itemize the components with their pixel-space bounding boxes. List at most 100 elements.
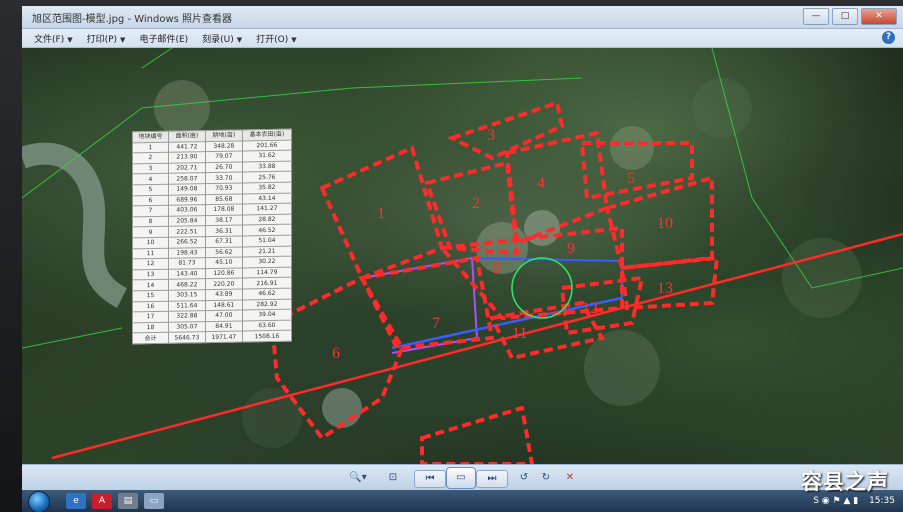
tray-icons[interactable]: S ◉ ⚑ ▲ ▮ <box>813 496 858 506</box>
table-cell: 322.88 <box>168 310 206 322</box>
menu-burn-label: 刻录(U) <box>202 34 234 45</box>
table-cell: 85.68 <box>205 193 243 205</box>
table-cell: 305.07 <box>168 321 206 333</box>
menu-email-label: 电子邮件(E) <box>139 34 189 45</box>
table-cell: 178.08 <box>205 204 243 216</box>
table-cell: 222.51 <box>168 225 206 238</box>
menu-open[interactable]: 打开(O) ▼ <box>256 32 297 45</box>
zone-label-10: 10 <box>657 215 673 232</box>
table-cell: 441.72 <box>168 141 206 153</box>
table-cell: 26.70 <box>205 161 243 173</box>
taskbar-app-explorer[interactable]: ▤ <box>118 493 138 509</box>
table-cell: 143.40 <box>168 268 206 280</box>
table-cell: 468.22 <box>168 278 206 291</box>
table-cell: 266.52 <box>168 236 206 248</box>
zone-label-2: 2 <box>472 195 480 212</box>
table-cell: 5646.73 <box>168 331 206 344</box>
zone-label-3: 3 <box>487 127 495 144</box>
slideshow-button[interactable]: ▭ <box>446 467 476 489</box>
table-cell: 205.84 <box>168 215 206 227</box>
zone-label-9: 9 <box>567 240 575 257</box>
menu-print-label: 打印(P) <box>86 34 118 45</box>
table-cell: 9 <box>132 226 169 238</box>
table-cell: 403.06 <box>168 204 206 217</box>
table-cell: 4 <box>132 173 169 185</box>
menu-file-label: 文件(F) <box>34 34 65 45</box>
table-cell: 213.90 <box>168 151 206 164</box>
chevron-down-icon: ▼ <box>291 35 297 44</box>
rotate-ccw-button[interactable]: ↺ <box>516 470 532 486</box>
table-cell: 70.93 <box>205 182 243 195</box>
image-viewport[interactable]: 1 2 3 4 5 6 7 8 9 10 11 12 13 地块编号 面积(亩) 耕… <box>22 48 903 464</box>
help-icon[interactable]: ? <box>882 31 895 44</box>
close-button[interactable]: ✕ <box>861 8 897 25</box>
table-cell: 11 <box>132 247 169 260</box>
table-cell: 14 <box>132 279 169 291</box>
table-cell: 36.31 <box>205 225 243 237</box>
delete-button[interactable]: ✕ <box>562 470 578 486</box>
zone-label-1: 1 <box>377 205 385 222</box>
table-cell: 258.07 <box>168 172 206 185</box>
table-cell: 38.17 <box>205 214 243 226</box>
zone-label-4: 4 <box>537 175 545 192</box>
table-cell: 689.96 <box>168 194 206 206</box>
menu-email[interactable]: 电子邮件(E) <box>139 32 188 45</box>
table-cell: 合计 <box>132 332 169 344</box>
zoom-button[interactable]: 🔍▾ <box>344 470 372 486</box>
menu-burn[interactable]: 刻录(U) ▼ <box>202 32 242 45</box>
table-cell: 3 <box>132 163 169 175</box>
table-header-cell: 基本农田(亩) <box>242 129 292 141</box>
table-cell: 202.71 <box>168 162 206 174</box>
table-cell: 17 <box>132 311 169 323</box>
previous-button[interactable]: ⏮ <box>414 470 446 488</box>
next-button[interactable]: ⏭ <box>476 470 508 488</box>
table-cell: 5 <box>132 184 169 196</box>
table-cell: 12 <box>132 258 169 270</box>
table-cell: 56.62 <box>205 246 243 258</box>
maximize-button[interactable]: □ <box>832 8 858 25</box>
table-cell: 1 <box>132 141 169 154</box>
start-orb-icon[interactable] <box>28 491 50 512</box>
zone-label-13: 13 <box>657 280 673 297</box>
title-bar: 旭区范围图-模型.jpg - Windows 照片查看器 — □ ✕ <box>22 6 903 29</box>
taskbar-app-acrobat[interactable]: A <box>92 493 112 509</box>
viewer-toolbar: 🔍▾ ⊡ ⏮ ▭ ⏭ ↺ ↻ ✕ <box>22 464 903 491</box>
actual-size-button[interactable]: ⊡ <box>384 470 402 486</box>
table-header-cell: 地块编号 <box>132 131 169 143</box>
table-cell: 15 <box>132 290 169 302</box>
menu-file[interactable]: 文件(F) ▼ <box>34 32 73 45</box>
screen: 旭区范围图-模型.jpg - Windows 照片查看器 — □ ✕ 文件(F)… <box>22 6 903 512</box>
watermark-text: 容县之声 <box>801 470 889 494</box>
area-data-table: 地块编号 面积(亩) 耕地(亩) 基本农田(亩) 1 441.72 348.28 201.66… <box>132 128 292 345</box>
zone-label-5: 5 <box>627 170 635 187</box>
window-title: 旭区范围图-模型.jpg - Windows 照片查看器 <box>32 14 233 25</box>
clock: 15:35 <box>869 496 895 506</box>
table-cell: 16 <box>132 300 169 312</box>
table-cell: 198.43 <box>168 247 206 259</box>
table-body: 地块编号 面积(亩) 耕地(亩) 基本农田(亩) 1 441.72 348.28 201.66… <box>132 129 292 344</box>
window-controls: — □ ✕ <box>803 8 897 25</box>
table-cell: 18 <box>132 321 169 334</box>
menu-open-label: 打开(O) <box>256 34 289 45</box>
table-cell: 120.86 <box>205 267 243 279</box>
table-row: 合计 5646.73 1971.47 1508.16 <box>132 330 292 344</box>
menu-print[interactable]: 打印(P) ▼ <box>87 32 126 45</box>
table-cell: 45.10 <box>205 257 243 269</box>
chevron-down-icon: ▼ <box>236 35 243 44</box>
table-cell: 303.15 <box>168 289 206 301</box>
table-cell: 10 <box>132 237 169 249</box>
table-header-cell: 耕地(亩) <box>205 129 243 142</box>
taskbar-app-browser[interactable]: e <box>66 493 86 509</box>
river <box>22 142 128 308</box>
table-cell: 47.00 <box>205 310 243 322</box>
rotate-cw-button[interactable]: ↻ <box>538 470 554 486</box>
chevron-down-icon: ▼ <box>67 35 73 44</box>
table-cell: 348.28 <box>205 140 243 152</box>
table-cell: 511.64 <box>168 300 206 312</box>
chevron-down-icon: ▼ <box>120 35 126 44</box>
zone-label-7: 7 <box>432 315 440 332</box>
taskbar-app-photo-viewer[interactable]: ▭ <box>144 493 164 509</box>
table-cell: 43.89 <box>205 288 243 301</box>
minimize-button[interactable]: — <box>803 8 829 25</box>
table-cell: 67.31 <box>205 235 243 248</box>
